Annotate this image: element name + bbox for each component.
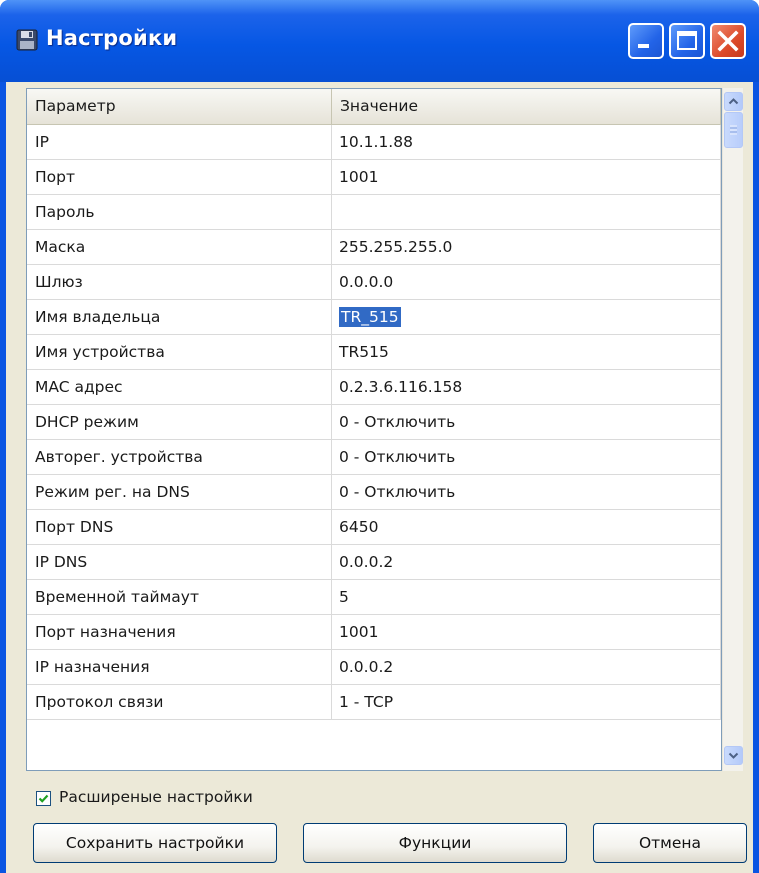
table-row[interactable]: Временной таймаут 5	[27, 579, 721, 615]
table-row[interactable]: Порт 1001	[27, 159, 721, 195]
table-row[interactable]: Маска 255.255.255.0	[27, 229, 721, 265]
selected-value-text[interactable]: TR_515	[339, 306, 401, 327]
settings-table: Параметр Значение IP 10.1.1.88 Порт 1001 П…	[27, 89, 721, 720]
title-bar[interactable]: Настройки	[0, 0, 759, 82]
column-header-param[interactable]: Параметр	[27, 89, 332, 125]
value-cell[interactable]: 1001	[331, 159, 721, 195]
table-row[interactable]: IP DNS 0.0.0.2	[27, 544, 721, 580]
param-cell: Порт	[27, 159, 332, 195]
table-row[interactable]: Порт DNS 6450	[27, 509, 721, 545]
param-cell: MAC адрес	[27, 369, 332, 405]
header-row: Параметр Значение	[27, 89, 721, 125]
value-cell[interactable]: 0 - Отключить	[331, 439, 721, 475]
value-cell[interactable]: 255.255.255.0	[331, 229, 721, 265]
value-cell[interactable]: TR_515	[331, 299, 721, 335]
table-row[interactable]: IP 10.1.1.88	[27, 124, 721, 160]
table-row[interactable]: Имя устройства TR515	[27, 334, 721, 370]
param-cell: Имя устройства	[27, 334, 332, 370]
value-cell[interactable]: TR515	[331, 334, 721, 370]
param-cell: Временной таймаут	[27, 579, 332, 615]
functions-button[interactable]: Функции	[303, 823, 567, 863]
settings-window: Настройки Параметр Значение IP 10.1.1.88…	[0, 0, 759, 873]
save-settings-button[interactable]: Сохранить настройки	[33, 823, 277, 863]
param-cell: IP DNS	[27, 544, 332, 580]
value-cell[interactable]: 6450	[331, 509, 721, 545]
grip-icon	[730, 125, 737, 135]
param-cell: DHCP режим	[27, 404, 332, 440]
table-row[interactable]: Порт назначения 1001	[27, 614, 721, 650]
param-cell: Порт назначения	[27, 614, 332, 650]
floppy-disk-icon	[16, 29, 38, 51]
maximize-button[interactable]	[669, 23, 705, 59]
checkmark-icon	[38, 794, 49, 803]
vertical-scrollbar[interactable]	[722, 88, 743, 771]
param-cell: IP	[27, 124, 332, 160]
value-cell[interactable]: 10.1.1.88	[331, 124, 721, 160]
minimize-icon	[638, 44, 649, 48]
value-cell[interactable]: 0 - Отключить	[331, 404, 721, 440]
param-cell: Пароль	[27, 194, 332, 230]
minimize-button[interactable]	[628, 23, 664, 59]
param-cell: Маска	[27, 229, 332, 265]
value-cell[interactable]: 0.2.3.6.116.158	[331, 369, 721, 405]
table-row[interactable]: Имя владельца TR_515	[27, 299, 721, 335]
param-cell: Авторег. устройства	[27, 439, 332, 475]
chevron-down-icon	[728, 752, 739, 759]
param-cell: Имя владельца	[27, 299, 332, 335]
settings-grid[interactable]: Параметр Значение IP 10.1.1.88 Порт 1001 П…	[26, 88, 722, 771]
scroll-up-button[interactable]	[724, 92, 743, 111]
value-cell[interactable]	[331, 194, 721, 230]
table-row[interactable]: IP назначения 0.0.0.2	[27, 649, 721, 685]
value-cell[interactable]: 0 - Отключить	[331, 474, 721, 510]
param-cell: Порт DNS	[27, 509, 332, 545]
table-row[interactable]: MAC адрес 0.2.3.6.116.158	[27, 369, 721, 405]
param-cell: Протокол связи	[27, 684, 332, 720]
param-cell: IP назначения	[27, 649, 332, 685]
value-cell[interactable]: 0.0.0.2	[331, 544, 721, 580]
close-button[interactable]	[710, 23, 746, 59]
maximize-icon	[677, 31, 697, 50]
value-cell[interactable]: 0.0.0.2	[331, 649, 721, 685]
close-icon	[717, 30, 739, 52]
extended-settings-checkbox[interactable]	[36, 791, 51, 806]
scrollbar-thumb[interactable]	[724, 112, 743, 148]
table-row[interactable]: DHCP режим 0 - Отключить	[27, 404, 721, 440]
table-row[interactable]: Режим рег. на DNS 0 - Отключить	[27, 474, 721, 510]
table-row[interactable]: Пароль	[27, 194, 721, 230]
window-title: Настройки	[46, 26, 178, 50]
cancel-button[interactable]: Отмена	[593, 823, 747, 863]
extended-settings-label[interactable]: Расширеные настройки	[59, 788, 253, 806]
value-cell[interactable]: 5	[331, 579, 721, 615]
param-cell: Шлюз	[27, 264, 332, 300]
value-cell[interactable]: 1001	[331, 614, 721, 650]
value-cell[interactable]: 0.0.0.0	[331, 264, 721, 300]
column-header-value[interactable]: Значение	[331, 89, 721, 125]
scroll-down-button[interactable]	[724, 746, 743, 765]
table-row[interactable]: Авторег. устройства 0 - Отключить	[27, 439, 721, 475]
value-cell[interactable]: 1 - TCP	[331, 684, 721, 720]
param-cell: Режим рег. на DNS	[27, 474, 332, 510]
chevron-up-icon	[728, 98, 739, 105]
table-row[interactable]: Протокол связи 1 - TCP	[27, 684, 721, 720]
table-row[interactable]: Шлюз 0.0.0.0	[27, 264, 721, 300]
